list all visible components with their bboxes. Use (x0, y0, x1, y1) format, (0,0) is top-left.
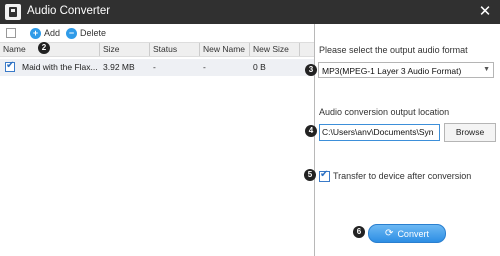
title-bar: Audio Converter ✕ (0, 0, 500, 24)
chevron-down-icon: ▼ (483, 66, 490, 73)
location-label: Audio conversion output location (319, 107, 450, 117)
column-header-new-size[interactable]: New Size (250, 43, 300, 56)
delete-icon: − (66, 27, 77, 39)
step-badge: 5 (304, 169, 316, 181)
table-row[interactable]: ✔ Maid with the Flax... 3.92 MB - - 0 B (0, 59, 314, 76)
transfer-checkbox[interactable]: ✔ (319, 169, 330, 182)
delete-button[interactable]: − Delete (66, 27, 106, 39)
format-label: Please select the output audio format (319, 45, 468, 55)
checkmark-icon: ✔ (320, 169, 329, 180)
browse-button[interactable]: Browse (444, 123, 496, 142)
close-icon[interactable]: ✕ (475, 2, 495, 22)
output-location-input[interactable]: C:\Users\anv\Documents\Syn (319, 124, 440, 141)
refresh-icon: ⟳ (385, 228, 394, 239)
row-checkbox[interactable]: ✔ (5, 60, 15, 72)
step-badge: 6 (353, 226, 365, 238)
convert-label: Convert (397, 228, 429, 239)
convert-button[interactable]: ⟳ Convert (368, 224, 446, 243)
toolbar: + Add − Delete (0, 24, 314, 42)
cell-new-name: - (203, 62, 206, 72)
transfer-label: Transfer to device after conversion (333, 171, 472, 181)
app-icon (5, 4, 21, 20)
add-icon: + (30, 27, 41, 39)
panel-divider[interactable] (314, 24, 315, 256)
column-header-name[interactable]: Name (0, 43, 100, 56)
cell-size: 3.92 MB (103, 62, 135, 72)
add-button[interactable]: + Add (30, 27, 60, 39)
cell-name: Maid with the Flax... (22, 62, 98, 72)
cell-status: - (153, 62, 156, 72)
format-value: MP3(MPEG-1 Layer 3 Audio Format) (322, 66, 462, 76)
cell-new-size: 0 B (253, 62, 266, 72)
column-header-status[interactable]: Status (150, 43, 200, 56)
add-label: Add (44, 28, 61, 38)
column-header-new-name[interactable]: New Name (200, 43, 250, 56)
select-all-checkbox[interactable] (6, 28, 16, 38)
window-title: Audio Converter (27, 5, 111, 17)
delete-label: Delete (80, 28, 107, 38)
format-select[interactable]: MP3(MPEG-1 Layer 3 Audio Format) ▼ (318, 62, 494, 78)
step-badge: 3 (305, 64, 317, 76)
step-badge: 4 (305, 125, 317, 137)
step-badge: 2 (38, 42, 50, 54)
column-header-size[interactable]: Size (100, 43, 150, 56)
checkmark-icon: ✔ (6, 60, 15, 71)
